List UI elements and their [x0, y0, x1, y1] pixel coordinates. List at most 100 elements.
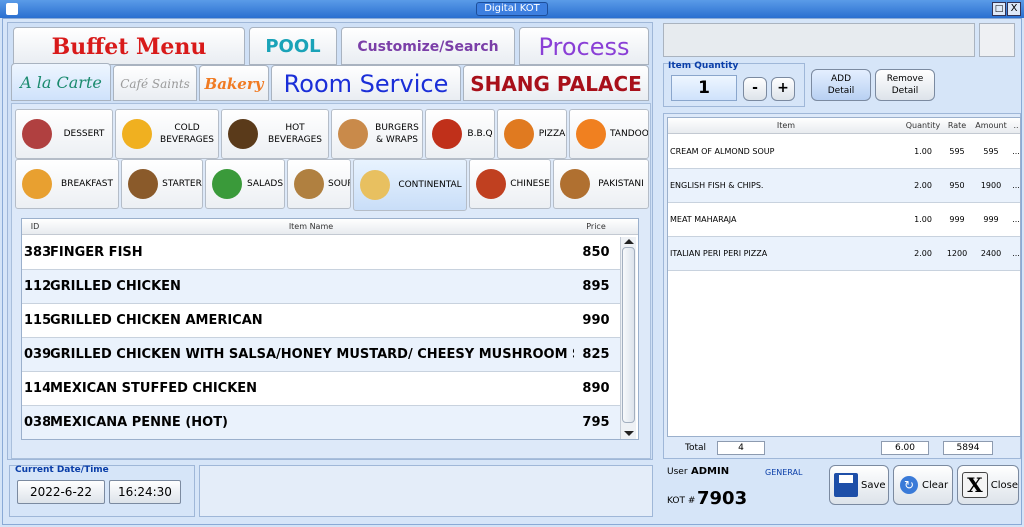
tab-room-service-label: Room Service	[283, 70, 449, 98]
restore-button[interactable]: □	[992, 2, 1006, 16]
order-item-more[interactable]: ...	[1010, 169, 1020, 203]
menu-item-id: 112	[24, 279, 50, 294]
tab-bakery-label: Bakery	[204, 75, 264, 93]
tab-bakery[interactable]: Bakery	[199, 65, 269, 101]
order-item-rate: 595	[949, 147, 965, 156]
user-type: GENERAL	[765, 468, 803, 477]
category-starter[interactable]: STARTER	[121, 159, 203, 209]
order-item-amount: 2400	[980, 249, 1002, 258]
category-tandoor-label: TANDOOR	[610, 129, 649, 139]
table-row[interactable]: 383 FINGER FISH 850	[22, 236, 620, 270]
category-pakistani[interactable]: PAKISTANI	[553, 159, 649, 209]
category-chinese[interactable]: CHINESE	[469, 159, 551, 209]
close-label: Close	[990, 479, 1018, 491]
add-detail-line1: ADD	[830, 74, 852, 84]
tab-shang-palace-label: SHANG PALACE	[470, 72, 642, 96]
category-burgers-wraps[interactable]: BURGERS & WRAPS	[331, 109, 423, 159]
order-item-qty: 1.00	[914, 147, 932, 156]
close-window-button[interactable]: X	[1007, 2, 1021, 16]
table-row[interactable]: 039 GRILLED CHICKEN WITH SALSA/HONEY MUST…	[22, 338, 620, 372]
menu-scrollbar[interactable]	[620, 237, 636, 439]
category-chinese-label: CHINESE	[510, 179, 550, 189]
tab-buffet-menu[interactable]: Buffet Menu	[13, 27, 245, 65]
quantity-input[interactable]: 1	[671, 75, 737, 101]
menu-items-grid: ID Item Name Price 383 FINGER FISH 850 112 G…	[21, 218, 639, 440]
tab-cafe-saints[interactable]: Café Saints	[113, 65, 197, 101]
category-salads[interactable]: SALADS	[205, 159, 285, 209]
window-title: Digital KOT	[476, 2, 548, 16]
clear-button[interactable]: ↻ Clear	[893, 465, 953, 505]
starter-icon	[128, 169, 158, 199]
save-label: Save	[861, 479, 886, 491]
save-button[interactable]: Save	[829, 465, 889, 505]
table-row[interactable]: ENGLISH FISH & CHIPS. 2.00 950 1900...	[668, 169, 1020, 203]
order-item-qty: 1.00	[914, 215, 932, 224]
scroll-up-arrow[interactable]	[624, 239, 634, 244]
category-salads-label: SALADS	[246, 179, 284, 189]
order-item-more[interactable]: ...	[1010, 203, 1020, 237]
menu-item-price: 890	[582, 381, 610, 396]
category-hot-beverages-label: HOT BEVERAGES	[268, 123, 322, 145]
tab-a-la-carte-label: A la Carte	[20, 73, 102, 92]
quantity-decrement-button[interactable]: -	[743, 77, 767, 101]
order-item-more[interactable]: ...	[1010, 135, 1020, 169]
total-items-field: 4	[717, 441, 765, 455]
tab-shang-palace[interactable]: SHANG PALACE	[463, 65, 649, 101]
table-row[interactable]: 038 MEXICANA PENNE (HOT) 795	[22, 406, 620, 439]
table-row[interactable]: 112 GRILLED CHICKEN 895	[22, 270, 620, 304]
order-item-name: MEAT MAHARAJA	[670, 215, 737, 224]
menu-grid-header: ID Item Name Price	[22, 219, 638, 235]
category-cold-beverages[interactable]: COLD BEVERAGES	[115, 109, 219, 159]
total-quantity-field: 6.00	[881, 441, 929, 455]
pot-icon	[560, 169, 590, 199]
cake-icon	[22, 119, 52, 149]
right-top-box	[663, 23, 975, 57]
category-dessert[interactable]: DESSERT	[15, 109, 113, 159]
refresh-icon: ↻	[900, 476, 918, 494]
category-bbq-label: B.B.Q	[467, 129, 493, 139]
order-item-rate: 999	[949, 215, 965, 224]
scroll-down-arrow[interactable]	[624, 431, 634, 436]
tab-room-service[interactable]: Room Service	[271, 65, 461, 101]
remove-detail-line2: Detail	[891, 86, 919, 96]
category-tandoor[interactable]: TANDOOR	[569, 109, 649, 159]
category-hot-beverages[interactable]: HOT BEVERAGES	[221, 109, 329, 159]
tab-pool[interactable]: POOL	[249, 27, 337, 65]
add-detail-button[interactable]: ADD Detail	[811, 69, 871, 101]
quantity-increment-button[interactable]: +	[771, 77, 795, 101]
order-items-grid: Item Quantity Rate Amount .. CREAM OF AL…	[667, 117, 1021, 437]
close-button[interactable]: X Close	[957, 465, 1019, 505]
order-item-rate: 950	[949, 181, 965, 190]
table-row[interactable]: CREAM OF ALMOND SOUP 1.00 595 595...	[668, 135, 1020, 169]
category-pizza[interactable]: PIZZA	[497, 109, 567, 159]
quantity-label: Item Quantity	[668, 61, 739, 71]
title-bar: Digital KOT □ X	[0, 0, 1024, 18]
egg-icon	[360, 170, 390, 200]
pizza-icon	[504, 119, 534, 149]
table-row[interactable]: 114 MEXICAN STUFFED CHICKEN 890	[22, 372, 620, 406]
time-display: 16:24:30	[109, 480, 181, 504]
table-row[interactable]: MEAT MAHARAJA 1.00 999 999...	[668, 203, 1020, 237]
tab-a-la-carte[interactable]: A la Carte	[11, 63, 111, 101]
category-breakfast[interactable]: BREAKFAST	[15, 159, 119, 209]
remove-detail-button[interactable]: Remove Detail	[875, 69, 935, 101]
scroll-thumb[interactable]	[622, 247, 635, 423]
total-label: Total	[685, 443, 707, 453]
order-item-name: ITALIAN PERI PERI PIZZA	[670, 249, 768, 258]
table-row[interactable]: ITALIAN PERI PERI PIZZA 2.00 1200 2400...	[668, 237, 1020, 271]
app-icon	[6, 3, 18, 15]
date-display: 2022-6-22	[17, 480, 105, 504]
category-soup[interactable]: SOUP	[287, 159, 351, 209]
tab-customize-search[interactable]: Customize/Search	[341, 27, 515, 65]
order-item-more[interactable]: ...	[1010, 237, 1020, 271]
order-item-amount: 999	[983, 215, 999, 224]
menu-item-price: 895	[582, 279, 610, 294]
order-item-name: CREAM OF ALMOND SOUP	[670, 147, 775, 156]
right-top-small-box	[979, 23, 1015, 57]
category-continental[interactable]: CONTINENTAL	[353, 159, 467, 211]
category-bbq[interactable]: B.B.Q	[425, 109, 495, 159]
table-row[interactable]: 115 GRILLED CHICKEN AMERICAN 990	[22, 304, 620, 338]
header-item: Item	[776, 121, 796, 130]
close-x-icon: X	[962, 472, 988, 498]
tab-process[interactable]: Process	[519, 27, 649, 65]
